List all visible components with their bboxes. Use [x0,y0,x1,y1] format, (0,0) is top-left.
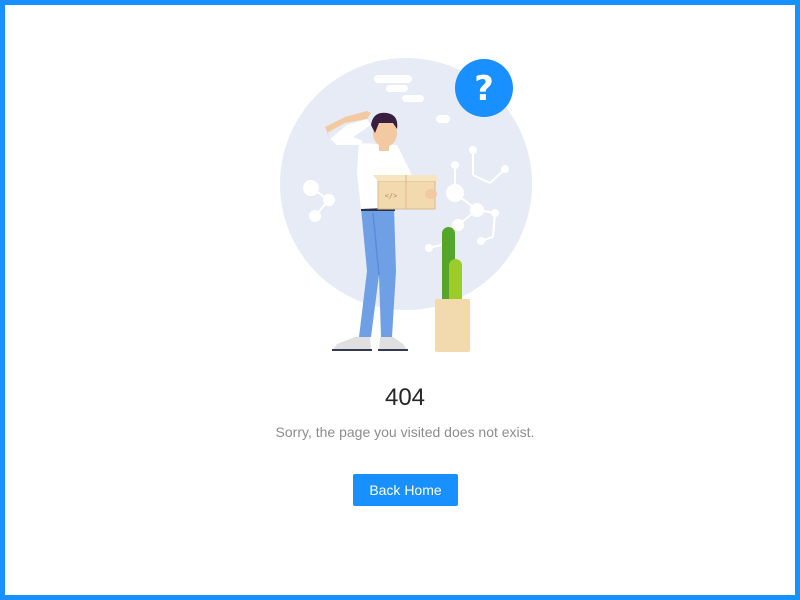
question-badge-icon: ? [455,59,513,117]
back-home-button[interactable]: Back Home [353,474,458,506]
status-code-title: 404 [384,384,426,411]
not-found-illustration: ? </> [280,58,532,352]
error-subtitle: Sorry, the page you visited does not exi… [275,424,535,440]
page-frame: ? </> 404 Sorry, the page you visited do… [0,0,800,600]
code-glyph-on-box: </> [385,192,398,200]
question-mark-glyph: ? [474,69,494,109]
